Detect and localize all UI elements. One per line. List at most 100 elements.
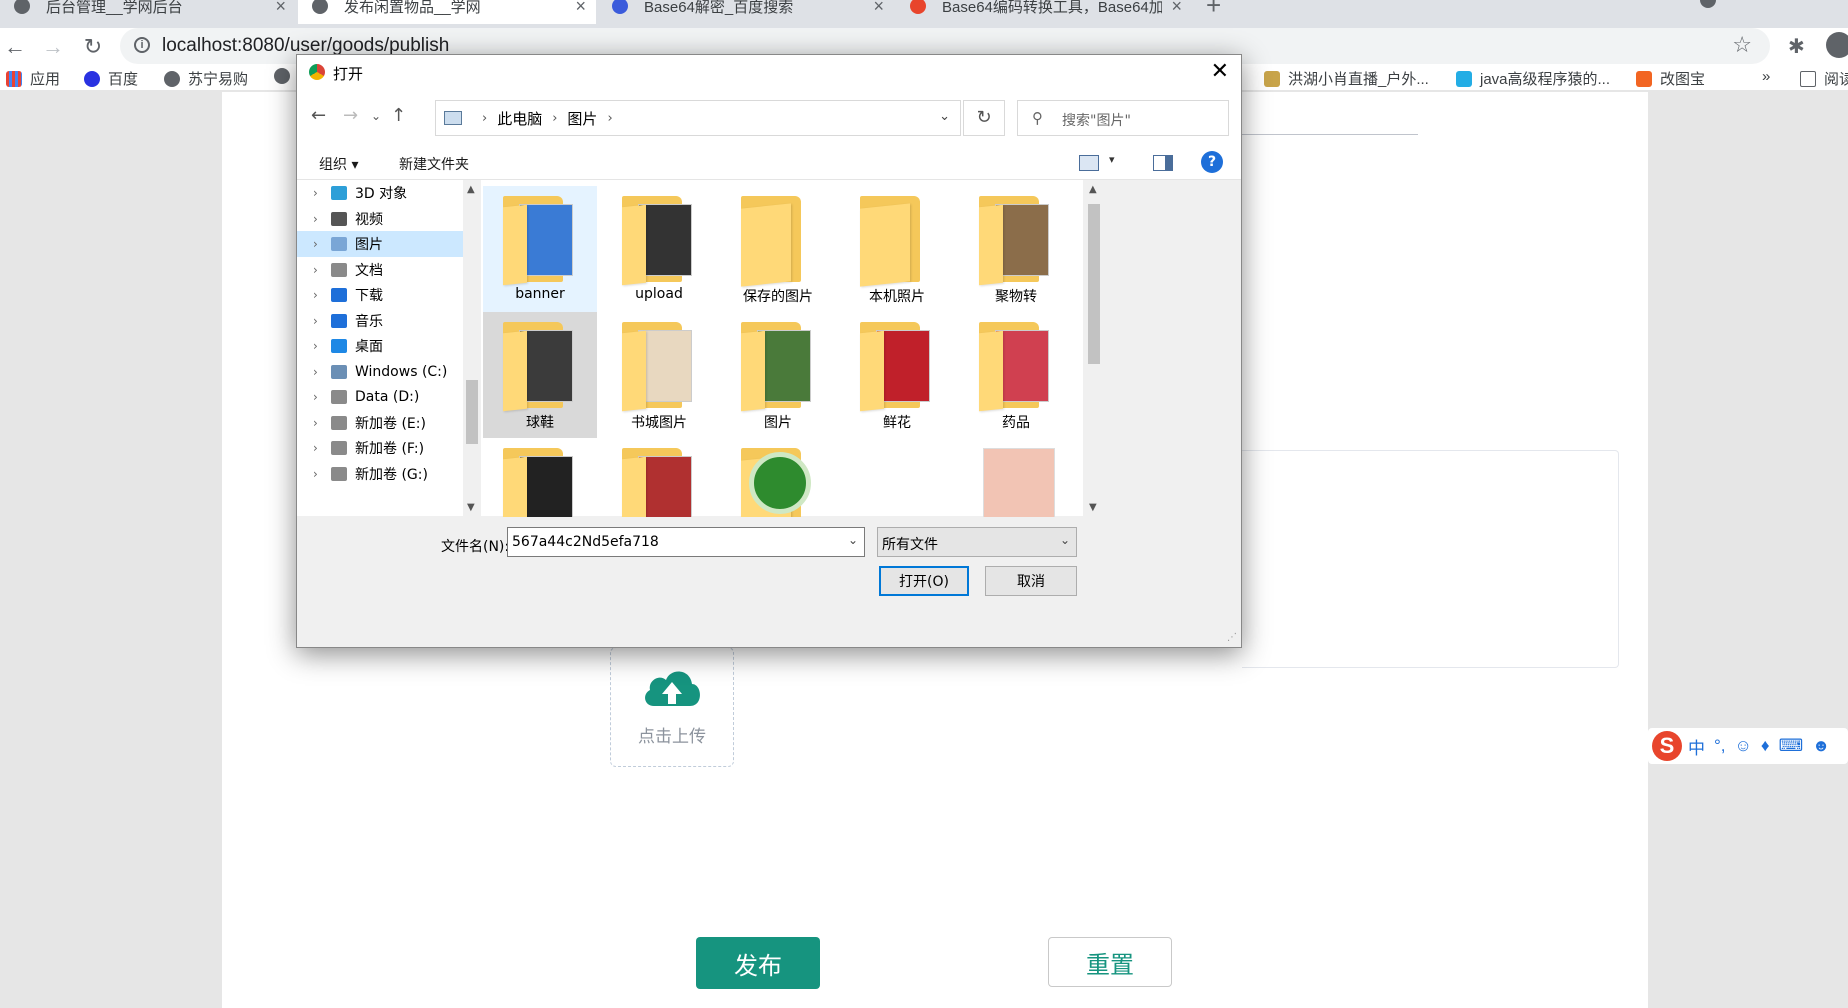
bookmark-gaitubao[interactable]: 改图宝 [1636, 68, 1705, 89]
tree-item[interactable]: › Data (D:) [297, 384, 463, 410]
cancel-button[interactable]: 取消 [985, 566, 1077, 596]
reset-button[interactable]: 重置 [1048, 937, 1172, 987]
bookmark-apps[interactable]: 应用 [6, 68, 60, 89]
folder-item[interactable]: 鲜花 [840, 312, 954, 438]
ime-punct[interactable]: °, [1714, 736, 1726, 756]
tree-item[interactable]: › 图片 [297, 231, 463, 257]
chevron-right-icon[interactable]: › [313, 212, 327, 226]
extensions-icon[interactable]: ✱ [1788, 34, 1805, 59]
tab-close-icon[interactable]: × [275, 0, 286, 17]
user-icon[interactable]: ☻ [1812, 736, 1830, 756]
bookmark-honghu[interactable]: 洪湖小肖直播_户外... [1264, 68, 1429, 89]
up-icon[interactable]: ↑ [391, 105, 406, 126]
tab-base64-tool[interactable]: Base64编码转换工具，Base64加 × [896, 0, 1192, 24]
back-icon[interactable]: ← [311, 105, 326, 126]
tree-item[interactable]: › 桌面 [297, 333, 463, 359]
scroll-up-icon[interactable]: ▲ [467, 184, 475, 195]
chevron-right-icon[interactable]: › [313, 339, 327, 353]
chevron-right-icon[interactable]: › [313, 237, 327, 251]
chevron-right-icon[interactable]: › [313, 365, 327, 379]
preview-pane-icon[interactable] [1153, 155, 1173, 171]
bookmark-baidu[interactable]: 百度 [84, 68, 138, 89]
search-input[interactable]: ⚲ 搜索"图片" [1017, 100, 1229, 136]
folder-item[interactable]: banner [483, 186, 597, 312]
folder-item[interactable]: 保存的图片 [721, 186, 835, 312]
forward-icon[interactable]: → [343, 105, 358, 126]
publish-button[interactable]: 发布 [696, 937, 820, 989]
tab-baidu-search[interactable]: Base64解密_百度搜索 × [598, 0, 894, 24]
scroll-down-icon[interactable]: ▼ [467, 502, 475, 513]
bookmarks-overflow[interactable]: » [1762, 68, 1770, 85]
bookmark-star-icon[interactable]: ☆ [1732, 32, 1752, 58]
breadcrumb-pictures[interactable]: 图片 [567, 108, 597, 129]
chevron-right-icon[interactable]: › [313, 186, 327, 200]
ime-toolbar[interactable]: S 中 °, ☺ ♦ ⌨ ☻ [1648, 728, 1848, 764]
chevron-right-icon[interactable]: › [313, 314, 327, 328]
close-icon[interactable]: ✕ [1211, 59, 1229, 84]
microphone-icon[interactable]: ♦ [1761, 736, 1770, 756]
description-box[interactable] [1242, 450, 1619, 668]
tree-item[interactable]: › 文档 [297, 257, 463, 283]
new-tab-button[interactable]: + [1206, 0, 1221, 21]
chevron-down-icon[interactable]: ⌄ [848, 533, 858, 547]
folder-item[interactable]: 图片 [721, 312, 835, 438]
tab-publish[interactable]: 发布闲置物品__学网 × [298, 0, 596, 24]
tree-item[interactable]: › 新加卷 (G:) [297, 461, 463, 487]
scroll-down-icon[interactable]: ▼ [1089, 502, 1097, 513]
ime-mode[interactable]: 中 [1688, 734, 1705, 759]
help-icon[interactable]: ? [1201, 151, 1223, 173]
view-icon[interactable] [1079, 155, 1099, 171]
chevron-right-icon[interactable]: › [313, 467, 327, 481]
scrollbar-thumb[interactable] [466, 380, 478, 444]
view-dropdown-icon[interactable]: ▾ [1109, 153, 1115, 166]
folder-item[interactable]: 药品 [959, 312, 1073, 438]
folder-item[interactable]: 本机照片 [840, 186, 954, 312]
recent-dropdown-icon[interactable]: ⌄ [371, 109, 381, 123]
reload-icon[interactable]: ↻ [78, 32, 108, 62]
tree-scrollbar[interactable]: ▲ ▼ [463, 180, 481, 516]
filename-input[interactable]: 567a44c2Nd5efa718 ⌄ [507, 527, 865, 557]
tree-item[interactable]: › 3D 对象 [297, 180, 463, 206]
tab-close-icon[interactable]: × [1171, 0, 1182, 17]
folder-item[interactable]: 书城图片 [602, 312, 716, 438]
tree-item[interactable]: › Windows (C:) [297, 359, 463, 385]
resize-grip-icon[interactable]: ⋰ [1227, 632, 1237, 643]
chevron-down-icon[interactable]: ⌄ [939, 109, 950, 124]
folder-item[interactable]: upload [602, 186, 716, 312]
chevron-right-icon[interactable]: › [313, 441, 327, 455]
folder-item[interactable]: 球鞋 [483, 312, 597, 438]
breadcrumb[interactable]: › 此电脑 › 图片 › ⌄ [435, 100, 961, 136]
forward-icon[interactable]: → [38, 32, 68, 62]
chevron-right-icon[interactable]: › [313, 288, 327, 302]
tree-item[interactable]: › 新加卷 (E:) [297, 410, 463, 436]
tab-close-icon[interactable]: × [873, 0, 884, 17]
tree-item[interactable]: › 下载 [297, 282, 463, 308]
breadcrumb-this-pc[interactable]: 此电脑 [497, 108, 542, 129]
tree-item[interactable]: › 新加卷 (F:) [297, 435, 463, 461]
folder-item[interactable]: 聚物转 [959, 186, 1073, 312]
tab-close-icon[interactable]: × [575, 0, 586, 17]
open-button[interactable]: 打开(O) [879, 566, 969, 596]
chevron-right-icon[interactable]: › [313, 416, 327, 430]
site-info-icon[interactable]: i [134, 37, 150, 53]
bookmark-java[interactable]: java高级程序猿的... [1456, 68, 1610, 89]
filetype-select[interactable]: 所有文件 ⌄ [877, 527, 1077, 557]
chevron-right-icon[interactable]: › [313, 390, 327, 404]
profile-avatar[interactable] [1826, 32, 1848, 58]
bookmark-globe[interactable] [274, 68, 298, 84]
scroll-up-icon[interactable]: ▲ [1089, 184, 1097, 195]
tree-item[interactable]: › 视频 [297, 206, 463, 232]
refresh-icon[interactable]: ↻ [963, 100, 1005, 136]
files-scrollbar[interactable]: ▲ ▼ [1085, 180, 1103, 516]
emoji-icon[interactable]: ☺ [1735, 736, 1752, 756]
chevron-right-icon[interactable]: › [313, 263, 327, 277]
keyboard-icon[interactable]: ⌨ [1779, 736, 1804, 756]
bookmark-suning[interactable]: 苏宁易购 [164, 68, 248, 89]
tree-item[interactable]: › 音乐 [297, 308, 463, 334]
scrollbar-thumb[interactable] [1088, 204, 1100, 364]
reading-list[interactable]: 阅读 [1800, 68, 1848, 89]
new-folder-button[interactable]: 新建文件夹 [399, 154, 469, 174]
tab-search-icon[interactable] [1700, 0, 1716, 8]
organize-menu[interactable]: 组织 ▾ [319, 154, 358, 174]
back-icon[interactable]: ← [0, 32, 30, 62]
